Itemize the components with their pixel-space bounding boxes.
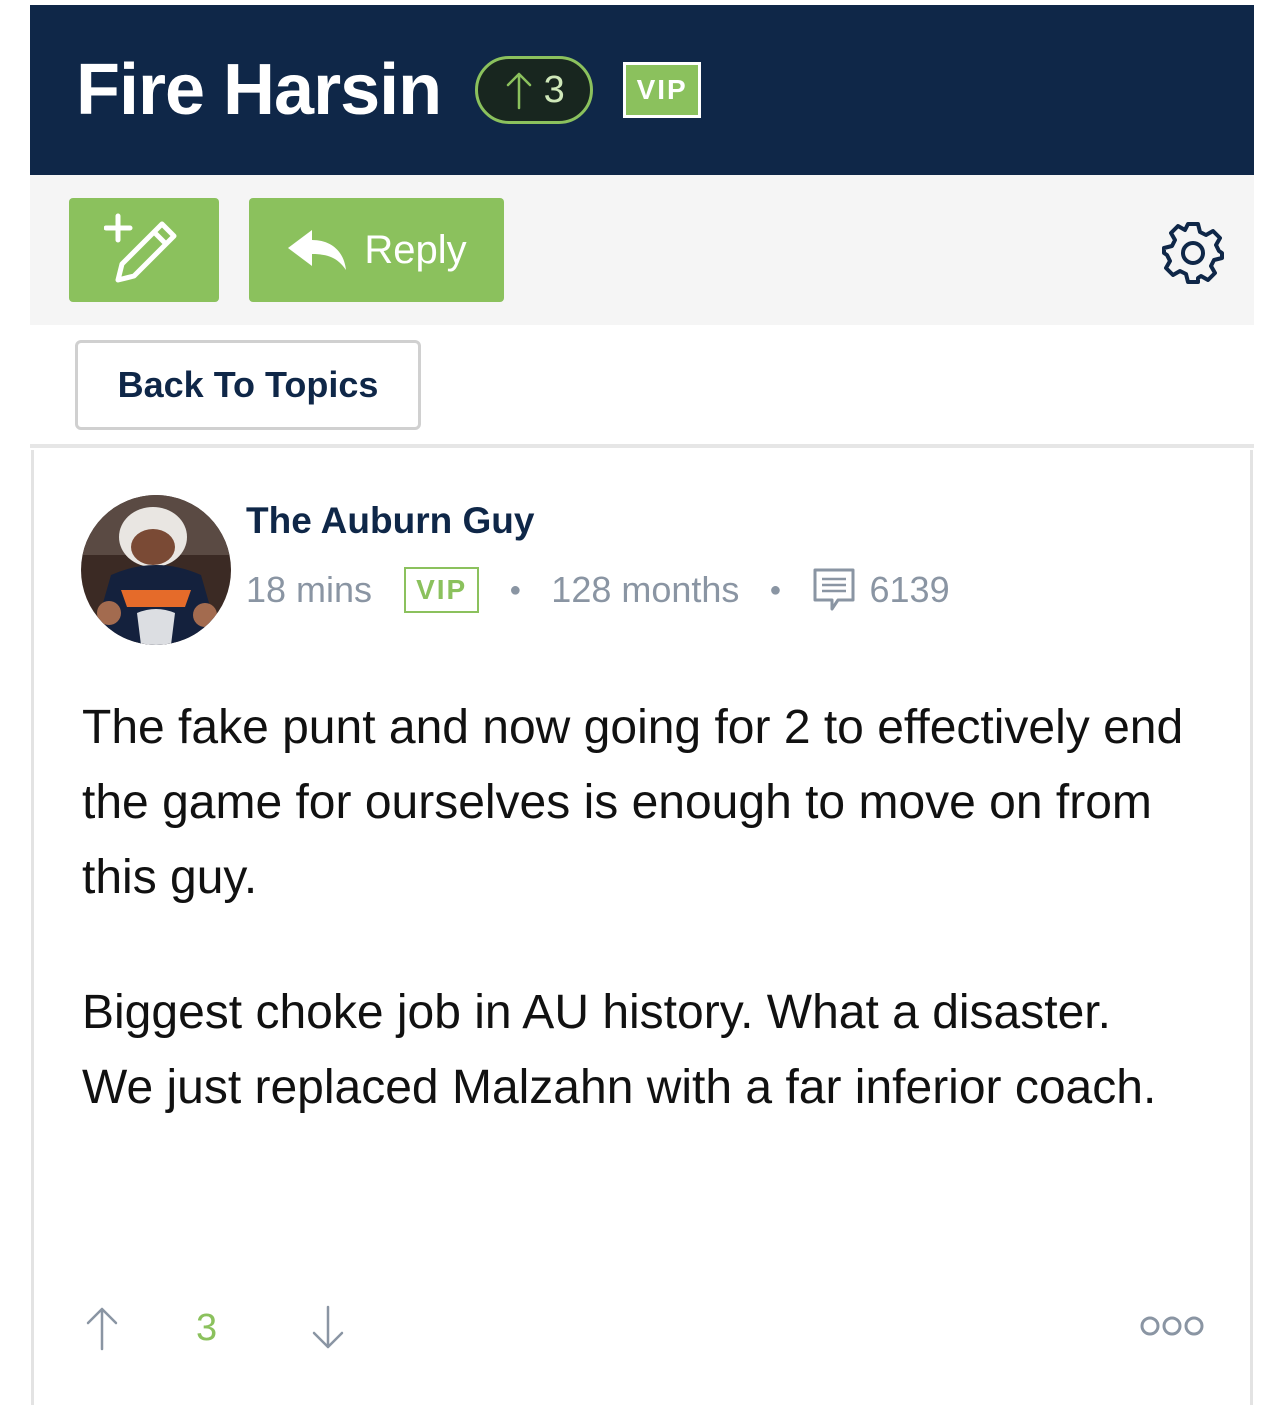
membership-duration: 128 months [551, 569, 740, 610]
more-options-button[interactable] [1139, 1312, 1205, 1340]
pencil-plus-icon [104, 213, 177, 283]
topic-header: Fire Harsin 3 VIP [30, 5, 1254, 175]
reply-button[interactable]: Reply [249, 198, 504, 302]
post-paragraph: Biggest choke job in AU history. What a … [82, 986, 1157, 1114]
upvote-button[interactable] [84, 1305, 120, 1351]
avatar-image [81, 495, 231, 645]
topic-title: Fire Harsin [76, 50, 442, 130]
reply-arrow-icon [288, 230, 347, 270]
avatar[interactable] [81, 495, 231, 645]
post-paragraph: The fake punt and now going for 2 to eff… [82, 701, 1184, 904]
settings-button[interactable] [1160, 220, 1226, 286]
author-vip-badge: VIP [404, 567, 480, 613]
separator-dot: ● [769, 578, 782, 601]
post-card: The Auburn Guy 18 mins VIP ● 128 months … [31, 450, 1253, 1405]
gear-icon [1162, 222, 1224, 284]
forum-thread-page: Fire Harsin 3 VIP Reply Back To Topics T… [0, 0, 1284, 1405]
arrow-up-icon [506, 72, 531, 110]
divider [30, 444, 1254, 448]
thread-toolbar: Reply [30, 175, 1254, 325]
post-body: The fake punt and now going for 2 to eff… [82, 690, 1192, 1125]
separator-dot: ● [509, 578, 522, 601]
downvote-button[interactable] [310, 1305, 346, 1351]
comment-icon [813, 568, 855, 611]
author-post-count: 6139 [869, 569, 950, 610]
post-meta: 18 mins VIP ● 128 months ● 6139 [246, 565, 950, 615]
post-vote-count: 3 [196, 1307, 218, 1349]
back-to-topics-button[interactable]: Back To Topics [75, 340, 421, 430]
vip-badge: VIP [623, 62, 702, 118]
new-post-button[interactable] [69, 198, 219, 302]
more-dots-icon [1140, 1316, 1204, 1336]
topic-vote-count: 3 [543, 68, 565, 111]
author-name[interactable]: The Auburn Guy [246, 500, 534, 542]
reply-label: Reply [364, 227, 467, 272]
post-time: 18 mins [246, 569, 373, 610]
arrow-down-icon [312, 1305, 344, 1349]
arrow-up-icon [86, 1307, 118, 1351]
topic-vote-pill[interactable]: 3 [475, 56, 594, 124]
